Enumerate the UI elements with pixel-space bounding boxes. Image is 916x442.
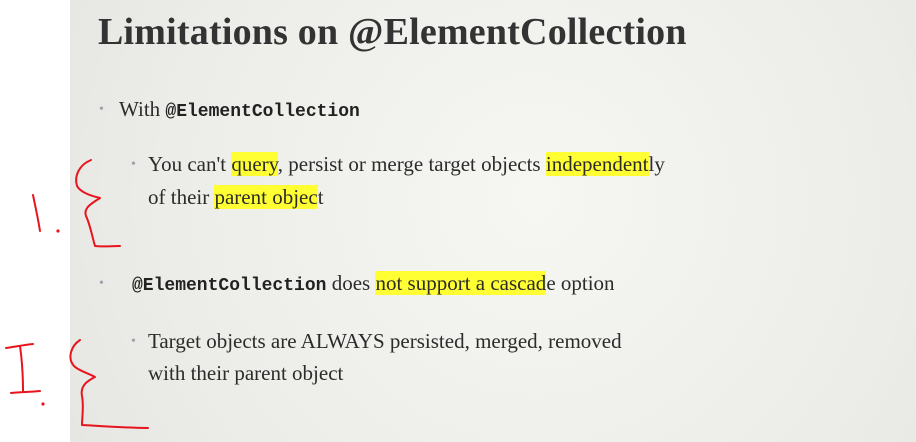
handwritten-annotations [5, 159, 149, 429]
annotation-number-one [32, 194, 41, 232]
annotation-brace-1 [75, 159, 121, 248]
annotation-number-two [5, 343, 41, 394]
annotation-dot-2 [41, 402, 45, 406]
annotation-brace-2 [69, 339, 149, 429]
annotation-dot-1 [56, 229, 60, 233]
